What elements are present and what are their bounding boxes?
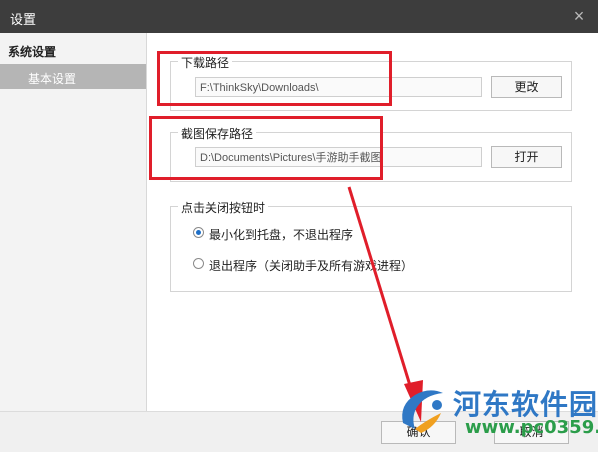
watermark-url: www.pc0359.cn (465, 417, 598, 438)
watermark-logo: 河东软件园 www.pc0359.cn (395, 381, 598, 447)
logo-mark-icon (402, 390, 443, 433)
